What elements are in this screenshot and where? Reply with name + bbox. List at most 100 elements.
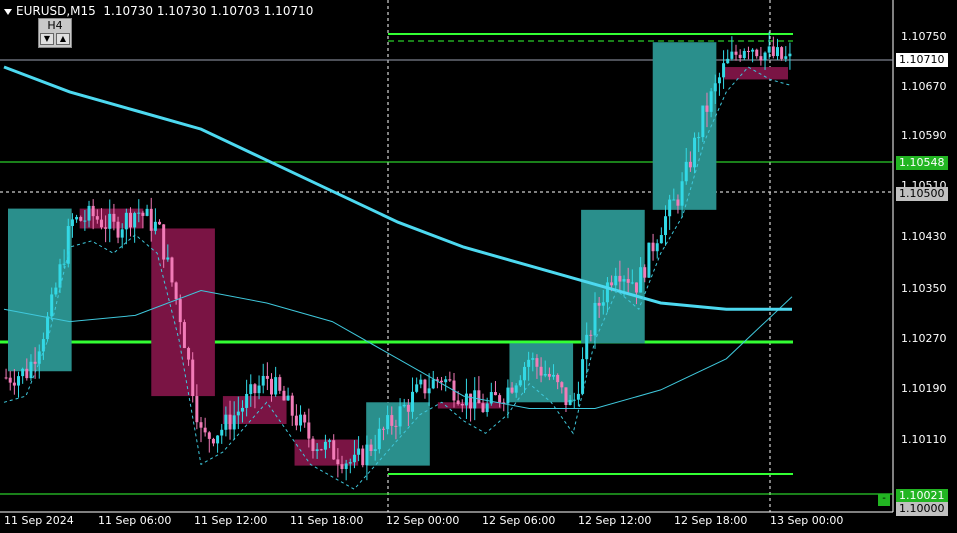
candle-body: [373, 449, 377, 452]
candle-body: [427, 388, 431, 394]
candle-body: [99, 219, 103, 228]
candle-body: [377, 428, 381, 450]
timeframe-selector[interactable]: H4 ▼ ▲: [38, 18, 72, 48]
candle-body: [75, 216, 79, 220]
candle-body: [141, 212, 145, 216]
candle-body: [282, 390, 286, 401]
chart-window[interactable]: EURUSD,M15 1.10730 1.10730 1.10703 1.107…: [0, 0, 957, 533]
candle-body: [784, 56, 788, 59]
candle-body: [294, 415, 298, 426]
candle-body: [124, 212, 128, 230]
x-tick: 13 Sep 00:00: [770, 514, 844, 527]
candle-body: [54, 287, 58, 295]
candle-body: [70, 219, 74, 227]
candle-body: [232, 415, 236, 430]
timeframe-down-button[interactable]: ▼: [40, 33, 54, 45]
candle-body: [755, 49, 759, 57]
menu-triangle-icon[interactable]: [4, 8, 12, 15]
candle-body: [493, 392, 497, 396]
candle-body: [473, 390, 477, 409]
candle-body: [556, 374, 560, 383]
y-tick: 1.10270: [901, 332, 947, 345]
candle-body: [771, 46, 775, 57]
candle-body: [178, 299, 182, 323]
candle-body: [655, 243, 659, 252]
candle-body: [676, 199, 680, 206]
candle-body: [415, 384, 419, 392]
candle-body: [137, 212, 141, 214]
candle-body: [162, 224, 166, 260]
timeframe-up-button[interactable]: ▲: [56, 33, 70, 45]
candle-body: [398, 406, 402, 427]
candle-body: [29, 361, 33, 379]
candle-body: [726, 58, 730, 64]
candle-body: [332, 440, 336, 460]
candle-body: [25, 368, 29, 379]
candle-body: [228, 414, 232, 430]
candle-body: [158, 221, 162, 225]
candle-body: [593, 302, 597, 336]
candle-body: [411, 391, 415, 412]
candle-body: [265, 375, 269, 379]
candle-body: [419, 379, 423, 385]
h4-box: [151, 228, 215, 397]
candle-body: [245, 393, 249, 408]
candle-body: [17, 376, 21, 386]
candle-body: [713, 83, 717, 92]
price-chart[interactable]: [0, 0, 957, 533]
candle-body: [622, 279, 626, 282]
chart-header: EURUSD,M15 1.10730 1.10730 1.10703 1.107…: [4, 4, 313, 18]
candle-body: [759, 56, 763, 61]
h4-boxes: [8, 42, 788, 466]
candle-body: [328, 440, 332, 442]
candle-body: [303, 414, 307, 423]
candle-body: [153, 221, 157, 231]
candle-body: [390, 415, 394, 426]
candle-body: [618, 275, 622, 282]
candle-body: [705, 105, 709, 112]
h4-box: [8, 208, 72, 372]
candle-body: [531, 358, 535, 360]
candle-body: [597, 302, 601, 306]
candle-body: [66, 226, 70, 264]
candle-body: [8, 377, 12, 383]
candle-body: [601, 302, 605, 306]
h4-box: [724, 67, 788, 80]
symbol-label: EURUSD,M15: [16, 4, 96, 18]
timeframe-label: H4: [47, 19, 63, 32]
candle-body: [659, 235, 663, 244]
candle-body: [386, 415, 390, 430]
candle-body: [709, 91, 713, 112]
candle-body: [746, 50, 750, 52]
x-tick: 11 Sep 12:00: [194, 514, 268, 527]
candle-body: [576, 393, 580, 400]
candle-body: [651, 242, 655, 252]
level-mid-tag: 1.10500: [896, 187, 948, 201]
y-tick: 1.10670: [901, 80, 947, 93]
candle-body: [701, 105, 705, 138]
candle-body: [634, 282, 638, 293]
candle-body: [539, 366, 543, 376]
collapse-button[interactable]: -: [878, 494, 890, 506]
candle-body: [21, 368, 25, 377]
candle-body: [510, 387, 514, 393]
candle-body: [647, 242, 651, 278]
candle-body: [543, 374, 547, 376]
candle-body: [216, 435, 220, 444]
x-tick: 11 Sep 18:00: [290, 514, 364, 527]
candle-body: [535, 358, 539, 367]
candle-body: [527, 359, 531, 367]
candle-body: [560, 382, 564, 388]
candle-body: [626, 279, 630, 283]
candle-body: [464, 393, 468, 406]
candle-body: [780, 47, 784, 59]
candle-body: [498, 395, 502, 403]
candle-body: [406, 404, 410, 412]
candle-body: [664, 216, 668, 236]
y-tick: 1.10590: [901, 129, 947, 142]
candle-body: [402, 404, 406, 407]
candle-body: [431, 379, 435, 389]
current-price-tag: 1.10710: [896, 53, 948, 67]
candle-body: [274, 377, 278, 395]
candle-body: [485, 403, 489, 413]
